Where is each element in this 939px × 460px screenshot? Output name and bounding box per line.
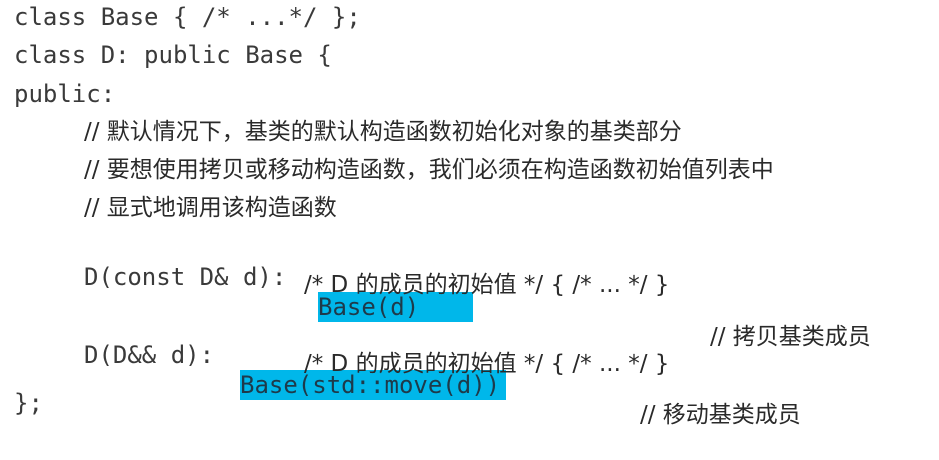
code-line-public-label: public: <box>14 80 116 108</box>
code-comment-default-init: // 默认情况下，基类的默认构造函数初始化对象的基类部分 <box>84 119 682 145</box>
copy-ctor-body: /* D 的成员的初始值 */ { /* ... */ } <box>304 272 670 298</box>
move-ctor-signature: D(D&& d): <box>84 341 229 369</box>
code-comment-copy-move: // 要想使用拷贝或移动构造函数，我们必须在构造函数初始值列表中 <box>84 157 774 183</box>
move-ctor-comment: // 移动基类成员 <box>640 402 801 428</box>
code-listing: class Base { /* ...*/ }; class D: public… <box>0 0 939 434</box>
code-line-move-ctor: D(D&& d): Base(std::move(d)) // 移动基类成员 <box>84 310 939 428</box>
code-comment-explicit-call: // 显式地调用该构造函数 <box>84 195 337 221</box>
code-line-close-brace: }; <box>14 389 43 417</box>
code-line-base-class: class Base { /* ...*/ }; <box>14 3 361 31</box>
move-ctor-body: /* D 的成员的初始值 */ { /* ... */ } <box>304 351 670 377</box>
code-line-copy-ctor: D(const D& d): Base(d) // 拷贝基类成员 <box>84 232 939 350</box>
code-line-derived-class: class D: public Base { <box>14 41 332 69</box>
copy-ctor-signature: D(const D& d): <box>84 263 301 291</box>
